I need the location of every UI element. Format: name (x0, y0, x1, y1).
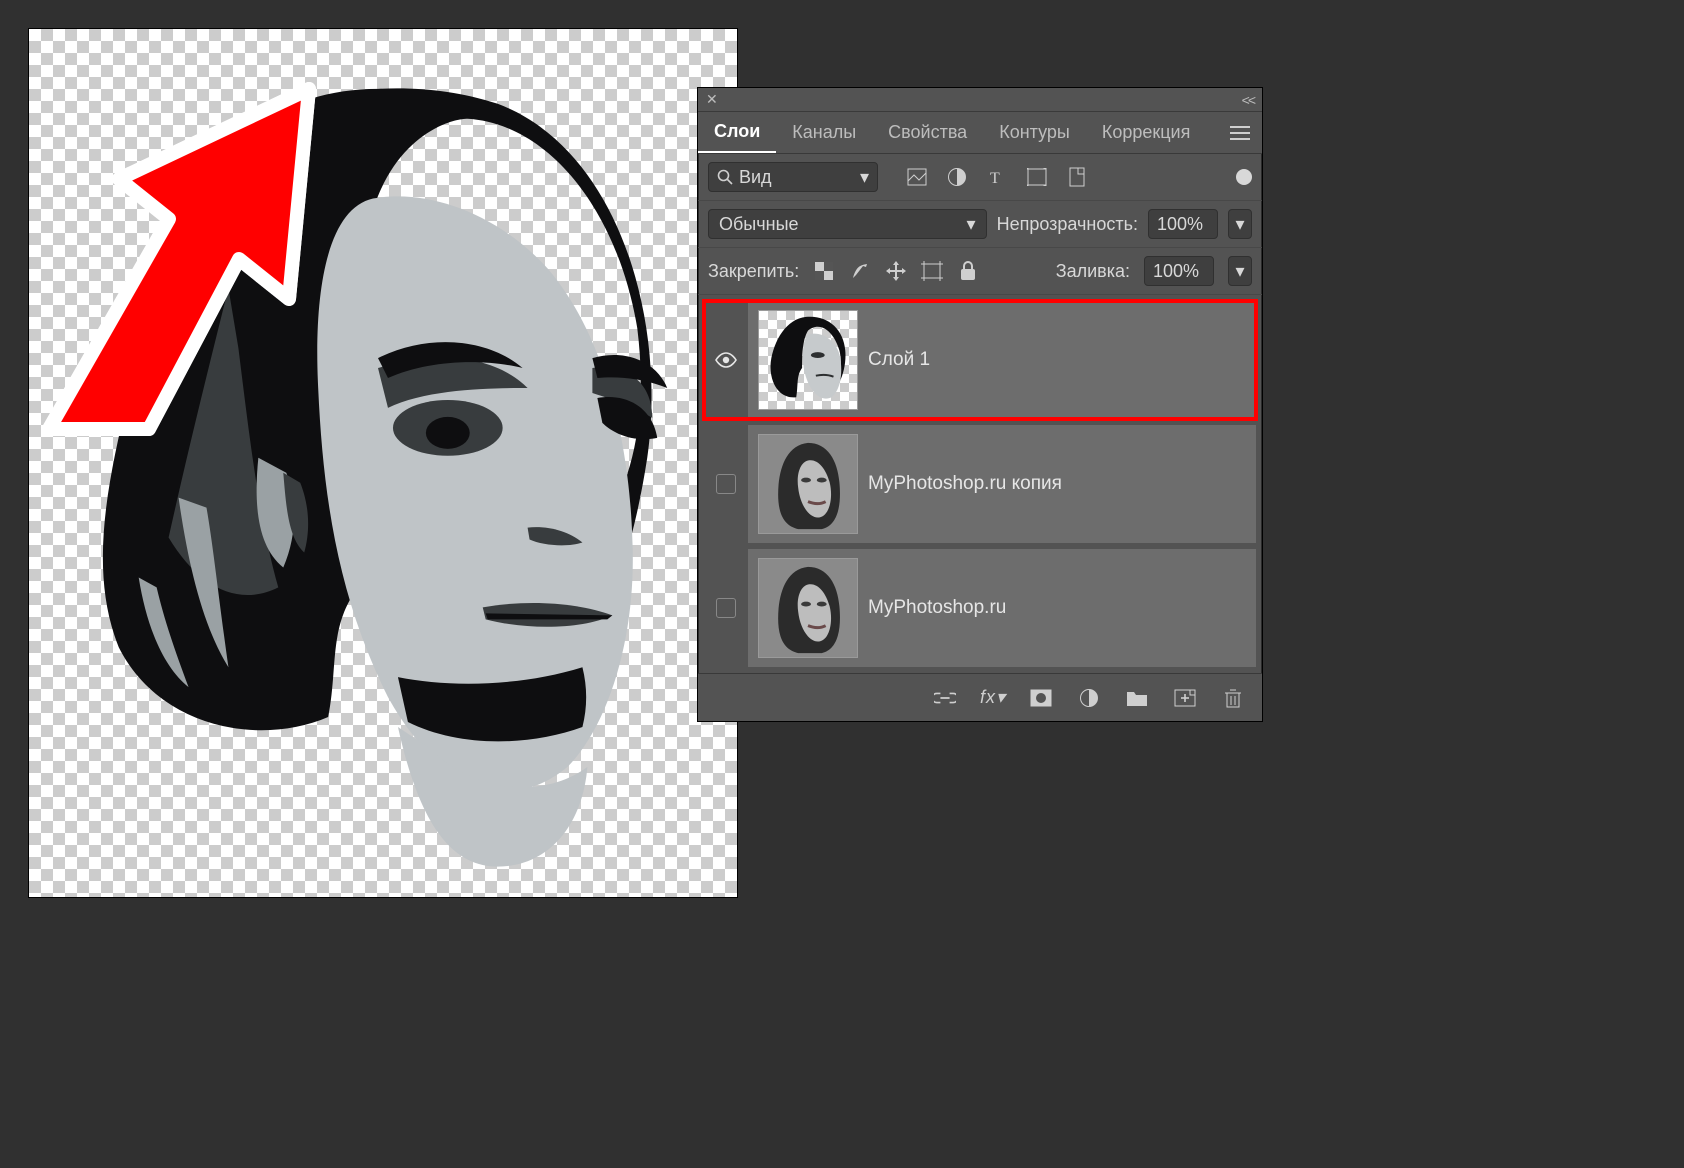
tab-label: Слои (714, 121, 760, 142)
visibility-unchecked-icon (716, 598, 736, 618)
fill-input[interactable]: 100% (1144, 256, 1214, 286)
blend-opacity-row: Обычные ▾ Непрозрачность: 100% ▾ (698, 201, 1262, 248)
new-adjustment-icon[interactable] (1078, 687, 1100, 709)
opacity-input[interactable]: 100% (1148, 209, 1218, 239)
layer-row[interactable]: MyPhotoshop.ru копия (704, 425, 1256, 543)
svg-text:T: T (990, 170, 1000, 186)
panel-tabs: Слои Каналы Свойства Контуры Коррекция (698, 112, 1262, 154)
lock-label: Закрепить: (708, 261, 799, 282)
search-label: Вид (739, 167, 772, 188)
lock-position-icon[interactable] (885, 260, 907, 282)
tab-label: Свойства (888, 122, 967, 143)
layers-panel: ✕ << Слои Каналы Свойства Контуры Коррек… (697, 87, 1263, 722)
lock-image-icon[interactable] (849, 260, 871, 282)
delete-layer-icon[interactable] (1222, 687, 1244, 709)
layer-fx-icon[interactable]: fx▾ (982, 687, 1004, 709)
layer-thumbnail[interactable] (758, 310, 858, 410)
callout-arrow (29, 29, 369, 449)
filter-toggle[interactable] (1236, 169, 1252, 185)
lock-all-icon[interactable] (957, 260, 979, 282)
layer-thumbnail[interactable] (758, 558, 858, 658)
tab-paths[interactable]: Контуры (983, 112, 1086, 153)
tab-properties[interactable]: Свойства (872, 112, 983, 153)
panel-bottom-toolbar: fx▾ (698, 673, 1262, 721)
new-group-icon[interactable] (1126, 687, 1148, 709)
chevron-down-icon: ▾ (860, 167, 869, 188)
filter-pixel-icon[interactable] (906, 166, 928, 188)
visibility-toggle[interactable] (704, 301, 748, 419)
layer-thumbnail[interactable] (758, 434, 858, 534)
layer-row[interactable]: MyPhotoshop.ru (704, 549, 1256, 667)
layer-name: Слой 1 (868, 349, 930, 371)
layer-search[interactable]: Вид ▾ (708, 162, 878, 192)
blend-mode-select[interactable]: Обычные ▾ (708, 209, 987, 239)
filter-type-icon[interactable]: T (986, 166, 1008, 188)
new-layer-icon[interactable] (1174, 687, 1196, 709)
fill-value: 100% (1153, 261, 1199, 282)
collapse-icon[interactable]: << (1242, 92, 1254, 108)
tab-layers[interactable]: Слои (698, 112, 776, 153)
lock-artboard-icon[interactable] (921, 260, 943, 282)
layer-name: MyPhotoshop.ru (868, 597, 1006, 619)
layer-row[interactable]: Слой 1 (704, 301, 1256, 419)
lock-fill-row: Закрепить: Заливка: 100% ▾ (698, 248, 1262, 295)
visibility-unchecked-icon (716, 474, 736, 494)
eye-icon (714, 348, 738, 372)
panel-menu-icon[interactable] (1218, 112, 1262, 153)
layer-filter-row: Вид ▾ T (698, 154, 1262, 201)
document-canvas[interactable] (28, 28, 738, 898)
lock-transparency-icon[interactable] (813, 260, 835, 282)
opacity-stepper[interactable]: ▾ (1228, 209, 1252, 239)
visibility-toggle[interactable] (704, 425, 748, 543)
add-mask-icon[interactable] (1030, 687, 1052, 709)
tab-label: Коррекция (1102, 122, 1191, 143)
opacity-value: 100% (1157, 214, 1203, 235)
tab-label: Каналы (792, 122, 856, 143)
filter-smart-icon[interactable] (1066, 166, 1088, 188)
close-icon[interactable]: ✕ (706, 91, 718, 108)
filter-adjust-icon[interactable] (946, 166, 968, 188)
layer-name: MyPhotoshop.ru копия (868, 473, 1062, 495)
fill-stepper[interactable]: ▾ (1228, 256, 1252, 286)
tab-adjustments[interactable]: Коррекция (1086, 112, 1207, 153)
blend-mode-value: Обычные (719, 214, 799, 235)
chevron-down-icon: ▾ (967, 214, 976, 235)
tab-label: Контуры (999, 122, 1070, 143)
tab-channels[interactable]: Каналы (776, 112, 872, 153)
panel-titlebar[interactable]: ✕ << (698, 88, 1262, 112)
visibility-toggle[interactable] (704, 549, 748, 667)
search-icon (717, 169, 733, 185)
fill-label: Заливка: (1056, 261, 1130, 282)
opacity-label: Непрозрачность: (997, 214, 1138, 235)
filter-shape-icon[interactable] (1026, 166, 1048, 188)
layers-list: Слой 1 MyPhotoshop.ru копия (698, 295, 1262, 667)
link-layers-icon[interactable] (934, 687, 956, 709)
